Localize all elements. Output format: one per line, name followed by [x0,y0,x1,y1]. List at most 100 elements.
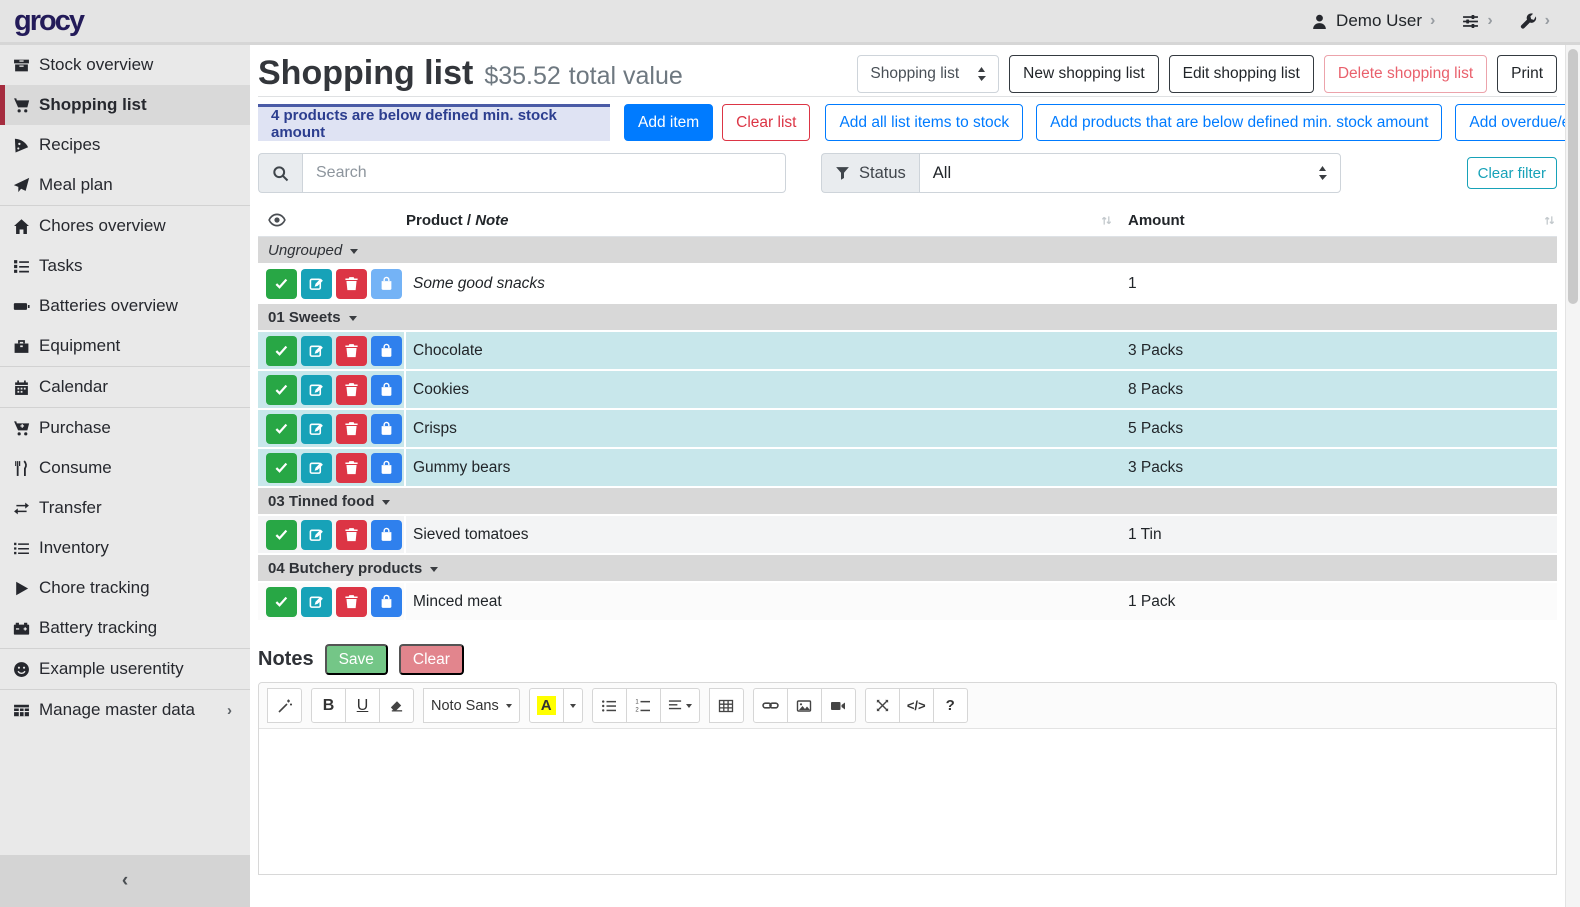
delete-item-button[interactable] [336,414,367,444]
add-all-items-to-stock-button[interactable]: Add all list items to stock [825,104,1023,141]
edit-item-button[interactable] [301,414,332,444]
color-letter: A [537,696,556,715]
sort-icon[interactable] [1544,215,1555,226]
edit-item-button[interactable] [301,587,332,617]
eraser-icon [389,698,404,713]
edit-item-button[interactable] [301,336,332,366]
delete-item-button[interactable] [336,336,367,366]
amount-column-header[interactable]: Amount [1128,212,1185,229]
text-color-dropdown[interactable] [563,688,583,723]
add-to-stock-button[interactable] [371,269,402,299]
sidebar-item-calendar[interactable]: Calendar [0,367,250,407]
grocy-logo[interactable]: grocy [14,5,83,38]
clear-list-button[interactable]: Clear list [722,104,810,141]
clear-formatting-button[interactable] [379,688,414,723]
search-input[interactable] [302,153,786,193]
font-family-select[interactable]: Noto Sans [423,688,520,723]
notes-save-button[interactable]: Save [325,644,388,675]
sidebar-item-recipes[interactable]: Recipes [0,125,250,165]
mark-done-button[interactable] [266,414,297,444]
mark-done-button[interactable] [266,520,297,550]
print-button[interactable]: Print [1497,55,1557,93]
grocy-app: grocy Demo User › › › Stock overview S [0,0,1580,907]
scrollbar-thumb[interactable] [1568,49,1578,304]
add-to-stock-button[interactable] [371,336,402,366]
delete-item-button[interactable] [336,375,367,405]
mark-done-button[interactable] [266,453,297,483]
clear-filter-button[interactable]: Clear filter [1467,157,1557,189]
underline-button[interactable]: U [345,688,380,723]
vertical-scrollbar[interactable] [1565,45,1580,907]
delete-shopping-list-button[interactable]: Delete shopping list [1324,55,1487,93]
add-overdue-expired-button[interactable]: Add overdue/expired products [1455,104,1565,141]
pizza-icon [13,137,30,154]
main-content: Shopping list $35.52 total value Shoppin… [250,45,1565,907]
add-to-stock-button[interactable] [371,587,402,617]
sidebar-item-stock-overview[interactable]: Stock overview [0,45,250,85]
add-to-stock-button[interactable] [371,453,402,483]
mark-done-button[interactable] [266,269,297,299]
magic-style-button[interactable] [267,688,302,723]
insert-video-button[interactable] [821,688,856,723]
edit-item-button[interactable] [301,453,332,483]
unordered-list-button[interactable] [592,688,627,723]
sidebar-item-meal-plan[interactable]: Meal plan [0,165,250,205]
sidebar-item-consume[interactable]: Consume [0,448,250,488]
delete-item-button[interactable] [336,520,367,550]
group-header-ungrouped[interactable]: Ungrouped [258,237,1557,265]
product-column-header[interactable]: Product / Note [406,212,509,229]
notes-text-area[interactable] [259,729,1556,874]
sidebar-item-shopping-list[interactable]: Shopping list [0,85,250,125]
add-below-min-stock-button[interactable]: Add products that are below defined min.… [1036,104,1442,141]
sidebar-collapse-button[interactable]: ‹ [0,855,250,907]
edit-item-button[interactable] [301,375,332,405]
fullscreen-button[interactable] [865,688,900,723]
sidebar-item-chore-tracking[interactable]: Chore tracking [0,568,250,608]
text-color-button[interactable]: A [529,688,564,723]
group-header-03-tinned-food[interactable]: 03 Tinned food [258,488,1557,516]
sidebar-item-label: Purchase [39,418,111,438]
add-item-button[interactable]: Add item [624,104,713,141]
sidebar-item-example-userentity[interactable]: Example userentity [0,649,250,689]
notes-clear-button[interactable]: Clear [399,644,464,675]
edit-item-button[interactable] [301,520,332,550]
eye-icon[interactable] [268,211,286,229]
insert-picture-button[interactable] [787,688,822,723]
help-button[interactable]: ? [933,688,968,723]
shopping-list-select[interactable]: Shopping list [857,55,999,93]
admin-menu[interactable]: › [1520,12,1550,30]
edit-item-button[interactable] [301,269,332,299]
mark-done-button[interactable] [266,375,297,405]
sidebar-item-chores-overview[interactable]: Chores overview [0,206,250,246]
mark-done-button[interactable] [266,336,297,366]
delete-item-button[interactable] [336,269,367,299]
add-to-stock-button[interactable] [371,375,402,405]
sidebar-item-tasks[interactable]: Tasks [0,246,250,286]
delete-item-button[interactable] [336,587,367,617]
sort-icon[interactable] [1101,215,1112,226]
ordered-list-button[interactable]: 12 [626,688,661,723]
sidebar-item-equipment[interactable]: Equipment [0,326,250,366]
status-filter-select[interactable]: All [919,153,1341,193]
add-to-stock-button[interactable] [371,414,402,444]
sidebar-item-battery-tracking[interactable]: Battery tracking [0,608,250,648]
insert-table-button[interactable] [709,688,744,723]
sidebar-item-batteries-overview[interactable]: Batteries overview [0,286,250,326]
insert-link-button[interactable] [753,688,788,723]
user-menu[interactable]: Demo User › [1311,11,1435,31]
group-header-04-butchery-products[interactable]: 04 Butchery products [258,555,1557,583]
group-header-01-sweets[interactable]: 01 Sweets [258,304,1557,332]
new-shopping-list-button[interactable]: New shopping list [1009,55,1158,93]
bold-button[interactable]: B [311,688,346,723]
edit-shopping-list-button[interactable]: Edit shopping list [1169,55,1314,93]
settings-menu[interactable]: › [1462,12,1492,30]
mark-done-button[interactable] [266,587,297,617]
sidebar-item-purchase[interactable]: Purchase [0,408,250,448]
sidebar-item-transfer[interactable]: Transfer [0,488,250,528]
sidebar-item-inventory[interactable]: Inventory [0,528,250,568]
paragraph-align-button[interactable] [660,688,700,723]
code-view-button[interactable]: </> [899,688,934,723]
sidebar-item-manage-master-data[interactable]: Manage master data › [0,690,250,730]
add-to-stock-button[interactable] [371,520,402,550]
delete-item-button[interactable] [336,453,367,483]
